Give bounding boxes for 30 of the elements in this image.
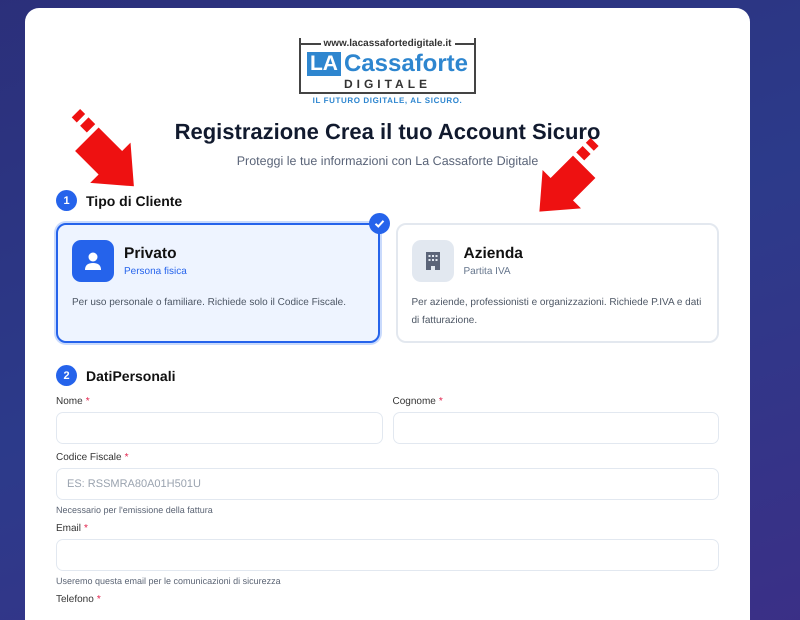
page-title: Registrazione Crea il tuo Account Sicuro — [174, 119, 602, 145]
field-label: Codice Fiscale * — [56, 452, 130, 463]
help-text: Necessario per l'emissione della fattura — [56, 505, 214, 515]
field-label: Email * — [56, 523, 89, 534]
input-field[interactable] — [392, 412, 719, 444]
building-icon — [426, 252, 440, 270]
client-type-card[interactable]: Azienda Partita IVA Per aziende, professionisti e organizzazioni. Richiede P.IVA e dati di fatturazione. — [396, 223, 719, 343]
field-label: Telefono * — [56, 594, 102, 605]
card-description: Per aziende, professionisti e organizzazioni. Richiede P.IVA e dati di fatturazione. — [412, 296, 702, 328]
section-title: DatiPersonali — [86, 368, 176, 384]
page-subtitle: Proteggi le tue informazioni con La Cassaforte Digitale — [236, 154, 540, 168]
card-subtitle: Partita IVA — [464, 266, 512, 277]
step-number: 2 — [56, 365, 77, 386]
help-text: Useremo questa email per le comunicazioni di sicurezza — [56, 576, 282, 586]
card-title: Azienda — [464, 245, 523, 263]
card-title: Privato — [124, 245, 178, 263]
input-field[interactable] — [56, 412, 382, 444]
input-field[interactable] — [56, 539, 719, 571]
field-label: Cognome * — [392, 396, 444, 407]
step-number: 1 — [56, 190, 77, 211]
logo-tagline: IL FUTURO DIGITALE, AL SICURO. — [312, 96, 462, 105]
person-icon — [83, 251, 103, 271]
input-field[interactable]: ES: RSSMRA80A01H501U — [56, 468, 719, 500]
card-description: Per uso personale o familiare. Richiede solo il Codice Fiscale. — [72, 296, 348, 310]
field-label: Nome * — [56, 396, 91, 407]
section-title: Tipo di Cliente — [86, 192, 182, 208]
check-icon — [368, 213, 390, 234]
card-subtitle: Persona fisica — [124, 266, 187, 277]
logo: www.lacassafortedigitale.it LA Cassaforte DIGITALE — [298, 38, 476, 94]
client-type-card[interactable]: Privato Persona fisica Per uso personale o familiare. Richiede solo il Codice Fiscale. — [56, 223, 380, 343]
